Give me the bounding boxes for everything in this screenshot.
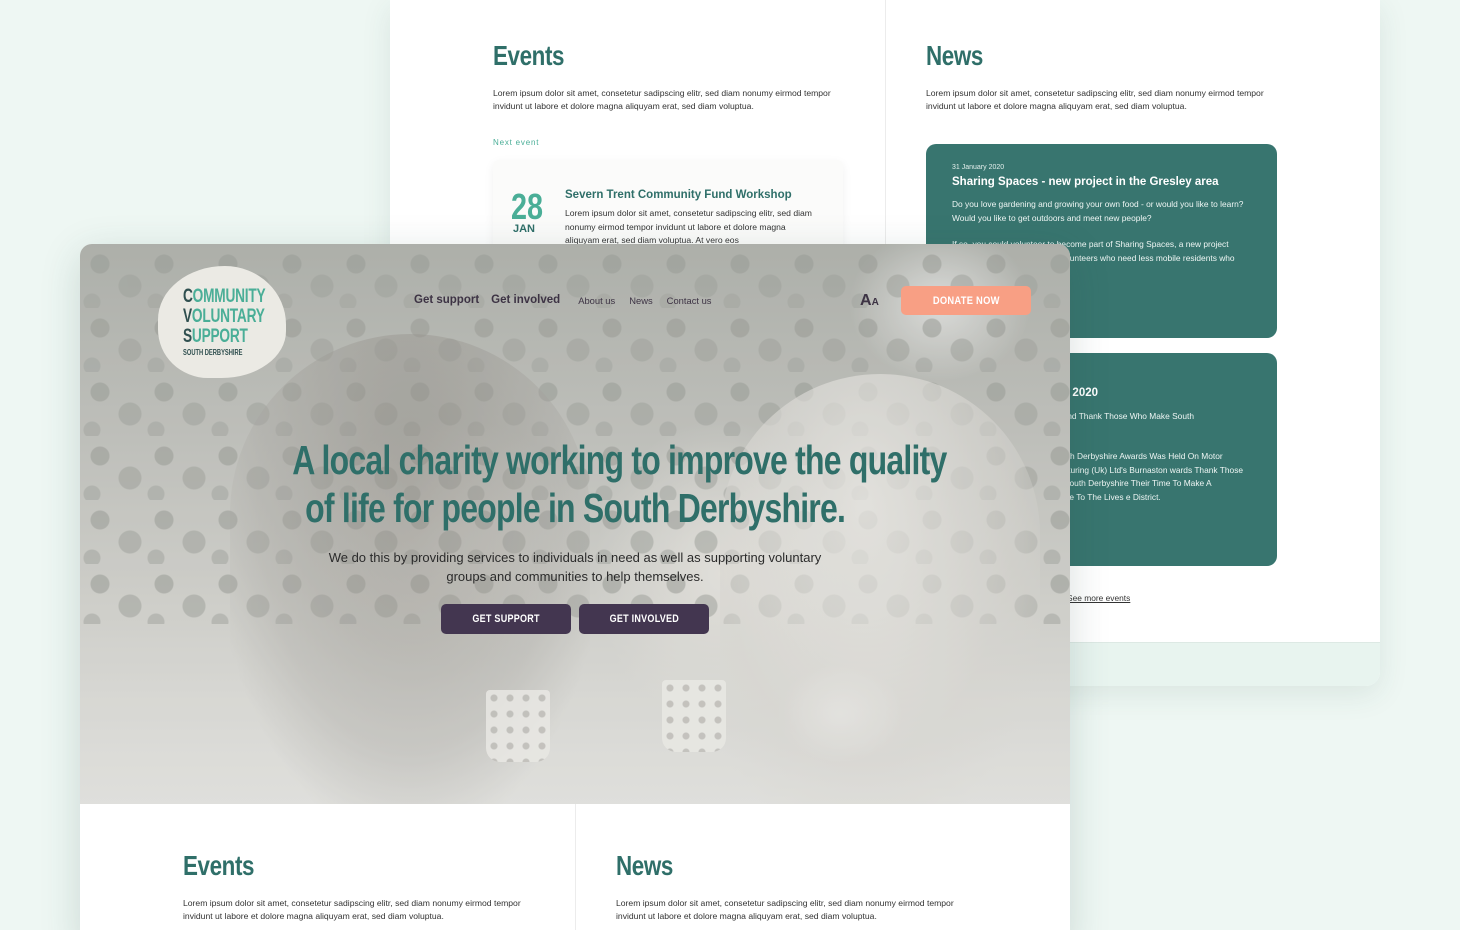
events-intro: Lorem ipsum dolor sit amet, consetetur s… (493, 88, 831, 111)
next-event-label: Next event (493, 138, 540, 147)
hero-title: A local charity working to improve the q… (292, 437, 947, 531)
get-support-button[interactable]: GET SUPPORT (441, 604, 571, 634)
main-nav: Get support Get involved About us News C… (414, 294, 712, 306)
events-news-section: Events Lorem ipsum dolor sit amet, conse… (80, 804, 1070, 930)
column-divider (575, 804, 576, 930)
nav-about-us[interactable]: About us (578, 295, 615, 306)
hero-section: COMMUNITY VOLUNTARY SUPPORT SOUTH DERBYS… (80, 244, 1070, 804)
news-heading: News (926, 40, 983, 71)
news-date: 31 January 2020 (952, 164, 1005, 171)
news-paragraph: Do you love gardening and growing your o… (952, 199, 1244, 223)
events-heading: Events (493, 40, 565, 71)
hero-subtitle: We do this by providing services to indi… (328, 550, 822, 584)
see-more-events-link[interactable]: See more events (1067, 593, 1130, 603)
nav-get-involved[interactable]: Get involved (491, 294, 560, 306)
get-involved-button[interactable]: GET INVOLVED (579, 604, 709, 634)
event-title[interactable]: Severn Trent Community Fund Workshop (565, 189, 792, 201)
nav-get-support[interactable]: Get support (414, 294, 479, 306)
event-description: Lorem ipsum dolor sit amet, consetetur s… (565, 208, 812, 245)
front-page-preview: COMMUNITY VOLUNTARY SUPPORT SOUTH DERBYS… (80, 244, 1070, 930)
event-day: 28 (511, 186, 544, 227)
site-logo[interactable]: COMMUNITY VOLUNTARY SUPPORT SOUTH DERBYS… (158, 266, 286, 378)
news-title[interactable]: Sharing Spaces - new project in the Gres… (952, 176, 1219, 188)
news-heading: News (616, 850, 673, 881)
events-intro: Lorem ipsum dolor sit amet, consetetur s… (183, 898, 521, 921)
news-intro: Lorem ipsum dolor sit amet, consetetur s… (926, 88, 1264, 111)
events-heading: Events (183, 850, 255, 881)
logo-line: VOLUNTARY (183, 306, 265, 327)
font-size-icon[interactable]: AA (860, 292, 879, 310)
logo-line: SUPPORT (183, 326, 248, 347)
logo-subtitle: SOUTH DERBYSHIRE (183, 348, 243, 357)
logo-line: COMMUNITY (183, 286, 266, 307)
event-month: JAN (513, 223, 536, 235)
news-intro: Lorem ipsum dolor sit amet, consetetur s… (616, 898, 954, 921)
nav-news[interactable]: News (629, 295, 652, 306)
nav-contact-us[interactable]: Contact us (667, 295, 712, 306)
donate-button[interactable]: DONATE NOW (901, 286, 1031, 315)
